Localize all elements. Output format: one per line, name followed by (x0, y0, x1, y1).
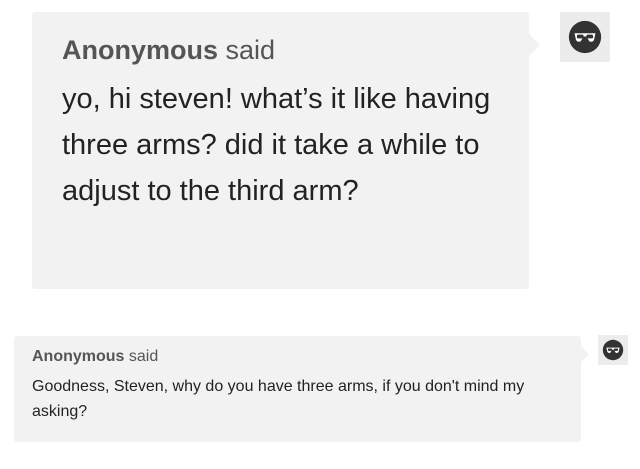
ask-bubble: Anonymous said Goodness, Steven, why do … (14, 336, 589, 442)
ask-bubble: Anonymous said yo, hi steven! what’s it … (32, 12, 540, 289)
question-text: yo, hi steven! what’s it like having thr… (62, 83, 491, 207)
asker-name[interactable]: Anonymous (62, 35, 218, 65)
asker-line: Anonymous said (32, 346, 563, 368)
question-text: Goodness, Steven, why do you have three … (32, 378, 525, 420)
asker-line: Anonymous said (62, 32, 499, 68)
asker-said-label: said (225, 35, 276, 65)
anonymous-avatar[interactable] (598, 335, 628, 365)
anonymous-avatar[interactable] (560, 12, 610, 62)
asker-name[interactable]: Anonymous (32, 348, 124, 365)
anonymous-sunglasses-icon (568, 20, 602, 54)
anonymous-sunglasses-icon (602, 339, 624, 361)
asker-said-label: said (128, 348, 159, 365)
